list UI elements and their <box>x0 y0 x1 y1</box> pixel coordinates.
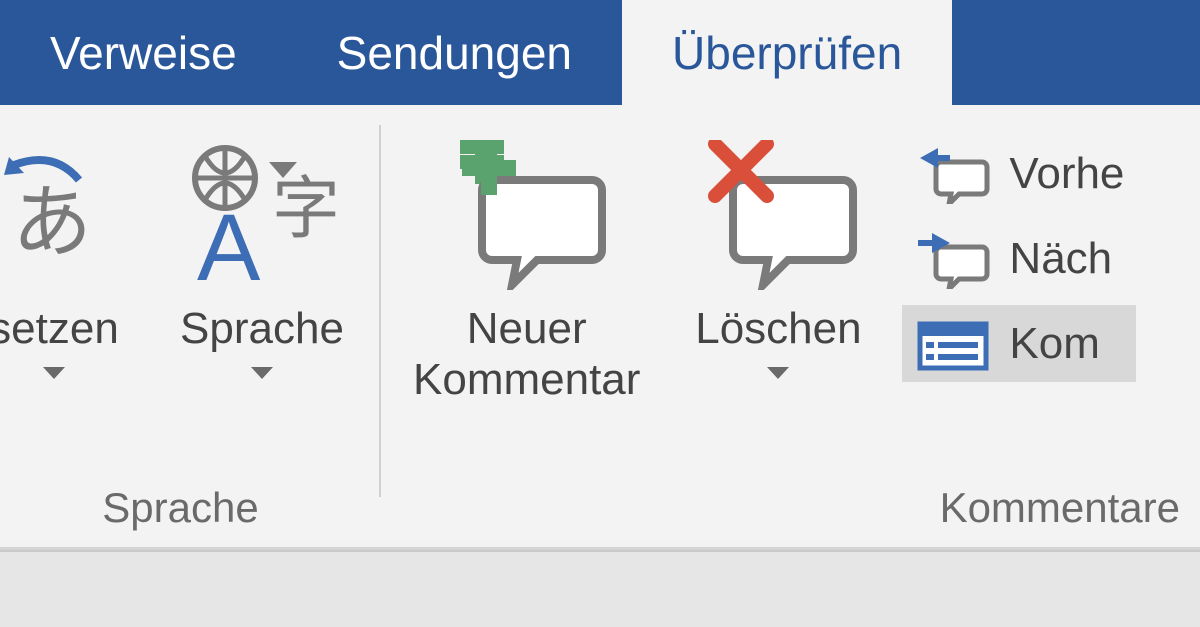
ribbon-container: Verweise Sendungen Überprüfen あ <box>0 0 1200 627</box>
svg-text:字: 字 <box>272 171 340 247</box>
translate-label: setzen <box>0 304 119 355</box>
dropdown-icon <box>39 363 69 381</box>
previous-label: Vorhe <box>1009 149 1124 199</box>
translate-icon: あ <box>0 130 124 300</box>
translate-button[interactable]: あ setzen <box>0 120 138 391</box>
group-language: あ setzen <box>0 105 371 547</box>
language-icon: A 字 <box>177 130 347 300</box>
new-comment-label: Neuer Kommentar <box>413 304 640 405</box>
next-label: Näch <box>1009 234 1112 284</box>
delete-comment-label: Löschen <box>695 304 861 355</box>
language-label: Sprache <box>180 304 344 355</box>
ribbon-body: あ setzen <box>0 105 1200 550</box>
new-comment-icon <box>442 130 612 300</box>
ribbon-tab-strip: Verweise Sendungen Überprüfen <box>0 0 1200 105</box>
group-body: あ setzen <box>0 120 361 478</box>
delete-comment-icon <box>693 130 863 300</box>
previous-comment-icon <box>914 141 994 206</box>
next-comment-icon <box>914 226 994 291</box>
group-label-language: Sprache <box>0 478 361 542</box>
show-comments-label: Kom <box>1009 319 1099 369</box>
svg-text:A: A <box>197 195 261 290</box>
delete-comment-button[interactable]: Löschen <box>679 120 877 391</box>
show-comments-icon <box>914 311 994 376</box>
group-body: Neuer Kommentar Löschen <box>399 120 1190 478</box>
next-comment-button[interactable]: Näch <box>902 220 1136 297</box>
dropdown-icon <box>247 363 277 381</box>
tab-label: Sendungen <box>337 26 572 80</box>
show-comments-button[interactable]: Kom <box>902 305 1136 382</box>
tab-label: Überprüfen <box>672 26 902 80</box>
tab-ueberpruefen[interactable]: Überprüfen <box>622 0 952 105</box>
tab-verweise[interactable]: Verweise <box>0 0 287 105</box>
group-comments: Neuer Kommentar Löschen <box>389 105 1200 547</box>
language-button[interactable]: A 字 Sprache <box>163 120 361 391</box>
new-comment-button[interactable]: Neuer Kommentar <box>399 120 654 415</box>
svg-text:あ: あ <box>12 178 92 267</box>
tab-label: Verweise <box>50 26 237 80</box>
group-separator <box>379 125 381 497</box>
previous-comment-button[interactable]: Vorhe <box>902 135 1136 212</box>
group-label-comments: Kommentare <box>399 478 1190 542</box>
dropdown-icon <box>763 363 793 381</box>
tab-sendungen[interactable]: Sendungen <box>287 0 622 105</box>
document-area <box>0 550 1200 627</box>
comment-nav-list: Vorhe Näch <box>902 120 1136 382</box>
